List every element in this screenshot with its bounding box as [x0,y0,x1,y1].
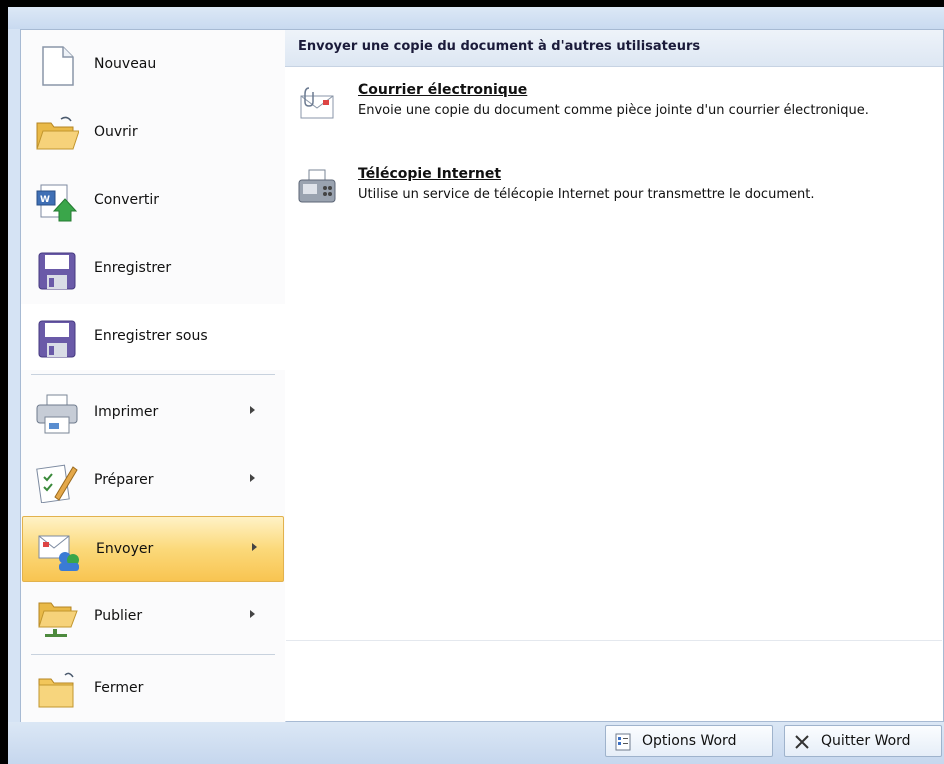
printer-icon [36,394,78,434]
save-as-icon [38,320,76,358]
submenu-arrow-icon [250,474,255,482]
option-title: Télécopie Internet [358,166,502,182]
menu-item-label: Nouveau [94,56,157,72]
option-internet-fax[interactable]: Télécopie Internet Utilise un service de… [285,158,943,228]
menu-separator [31,654,275,655]
submenu-arrow-icon [250,610,255,618]
save-icon [38,252,76,290]
menu-separator [31,374,275,375]
convert-icon: W [36,184,78,222]
menu-item-label: Enregistrer [94,260,172,276]
menu-item-imprimer[interactable]: Imprimer [21,380,285,446]
close-folder-icon [38,672,74,708]
pane-header-title: Envoyer une copie du document à d'autres… [298,39,701,54]
menu-item-ouvrir[interactable]: Ouvrir [21,100,285,166]
svg-text:W: W [40,195,50,205]
menu-item-label: Enregistrer sous [94,328,208,344]
word-options-label: Options Word [642,733,737,749]
new-document-icon [42,46,74,86]
menu-item-enregistrer[interactable]: Enregistrer [21,236,285,302]
quit-word-label: Quitter Word [821,733,911,749]
menu-item-fermer[interactable]: Fermer [21,656,285,722]
options-icon [615,733,631,751]
option-description: Envoie une copie du document comme pièce… [358,103,869,118]
menu-item-label: Fermer [94,680,144,696]
word-options-button[interactable]: Options Word [605,725,773,757]
bottom-bar: Options Word Quitter Word [8,722,944,764]
menu-item-publier[interactable]: Publier [21,584,285,650]
pane-divider [286,640,942,641]
office-menu-panel: Nouveau Ouvrir W Convertir Enregistrer E… [20,29,944,723]
option-description: Utilise un service de télécopie Internet… [358,187,815,202]
option-email[interactable]: Courrier électronique Envoie une copie d… [285,74,943,144]
submenu-arrow-icon [252,543,257,551]
publish-icon [38,602,78,637]
menu-item-label: Imprimer [94,404,159,420]
close-x-icon [795,735,809,749]
menu-item-label: Préparer [94,472,154,488]
menu-item-label: Ouvrir [94,124,138,140]
email-icon [300,87,334,119]
top-bar [8,7,944,29]
quit-word-button[interactable]: Quitter Word [784,725,942,757]
open-folder-icon [36,116,79,150]
menu-item-label: Envoyer [96,541,154,557]
menu-item-label: Publier [94,608,143,624]
submenu-arrow-icon [250,406,255,414]
send-icon [38,535,79,571]
send-submenu-pane: Envoyer une copie du document à d'autres… [285,30,943,721]
menu-item-preparer[interactable]: Préparer [21,448,285,514]
menu-item-envoyer[interactable]: Envoyer [22,516,284,582]
option-title: Courrier électronique [358,82,528,98]
pane-header: Envoyer une copie du document à d'autres… [285,30,943,67]
prepare-icon [36,464,78,503]
menu-item-label: Convertir [94,192,160,208]
menu-item-convertir[interactable]: W Convertir [21,168,285,234]
fax-icon [298,169,336,203]
office-menu-window: Nouveau Ouvrir W Convertir Enregistrer E… [8,7,944,764]
menu-item-enregistrer-sous[interactable]: Enregistrer sous [21,304,285,370]
menu-item-nouveau[interactable]: Nouveau [21,32,285,98]
office-menu-commands: Nouveau Ouvrir W Convertir Enregistrer E… [21,30,286,723]
